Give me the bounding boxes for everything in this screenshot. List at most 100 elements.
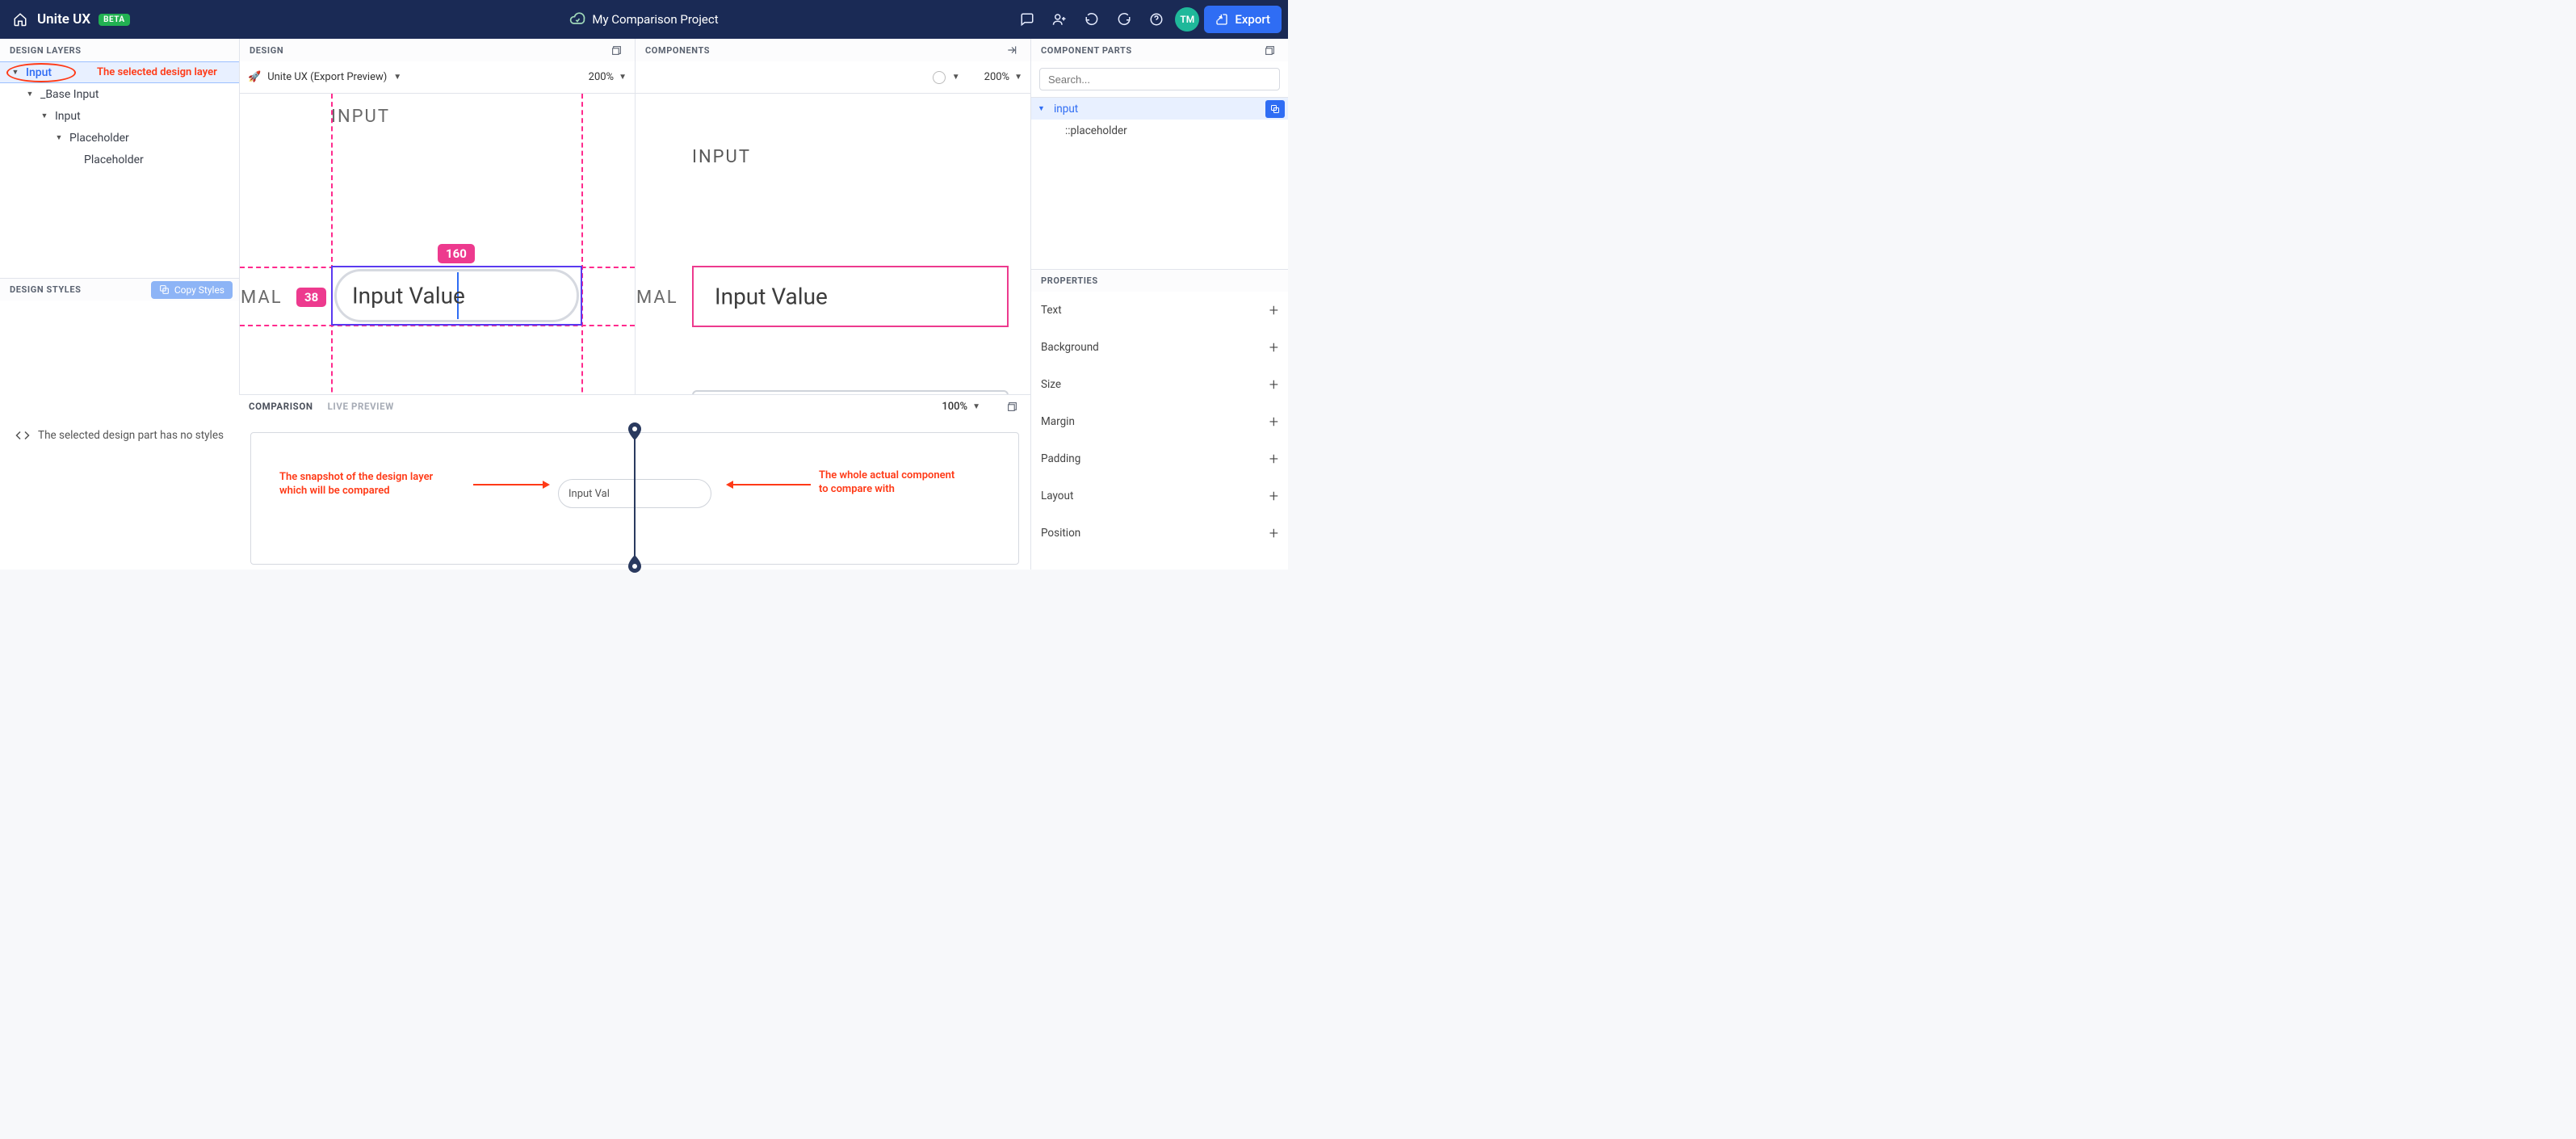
maximize-button[interactable]	[607, 45, 625, 56]
zoom-value: 200%	[589, 71, 614, 83]
prop-background[interactable]: Background+	[1031, 329, 1288, 366]
annot-arrowhead-left	[543, 481, 550, 489]
search-wrap	[1031, 61, 1288, 98]
guide-v-left	[331, 94, 333, 433]
prop-padding[interactable]: Padding+	[1031, 440, 1288, 477]
invite-button[interactable]	[1046, 6, 1073, 33]
tab-live-preview[interactable]: LIVE PREVIEW	[328, 401, 394, 412]
home-button[interactable]	[6, 6, 34, 33]
undo-button[interactable]	[1078, 6, 1105, 33]
copy-styles-button[interactable]: Copy Styles	[151, 281, 233, 299]
chevron-down-icon[interactable]: ▼	[393, 73, 401, 82]
annot-arrow-left	[473, 484, 543, 485]
design-styles-header: DESIGN STYLES Copy Styles	[0, 278, 239, 301]
maximize-button[interactable]	[1261, 45, 1278, 56]
caret-down-icon[interactable]: ▼	[1038, 104, 1049, 113]
prop-text[interactable]: Text+	[1031, 292, 1288, 329]
no-styles-text: The selected design part has no styles	[38, 429, 224, 442]
code-icon	[15, 428, 30, 443]
maximize-button[interactable]	[1003, 401, 1021, 412]
comments-button[interactable]	[1013, 6, 1041, 33]
slider-handle-bottom[interactable]	[627, 553, 642, 573]
comparison-slider[interactable]	[634, 427, 636, 568]
component-input-selected[interactable]: Input Value	[692, 266, 1009, 327]
tab-comparison[interactable]: COMPARISON	[249, 401, 313, 412]
zoom-value: 100%	[942, 401, 967, 413]
layer-row-base-input[interactable]: ▼ _Base Input	[0, 83, 239, 105]
design-toolbar: 🚀 Unite UX (Export Preview) ▼ 200% ▼	[240, 61, 635, 94]
user-plus-icon	[1052, 12, 1067, 27]
prop-size[interactable]: Size+	[1031, 366, 1288, 403]
layer-row-placeholder[interactable]: ▼ Placeholder	[0, 149, 239, 170]
brand-text: Unite UX	[37, 11, 90, 27]
annot-arrowhead-right	[726, 481, 733, 489]
plus-icon[interactable]: +	[1269, 523, 1278, 543]
layer-row-placeholder-group[interactable]: ▼ Placeholder	[0, 127, 239, 149]
plus-icon[interactable]: +	[1269, 486, 1278, 506]
layer-label: Input	[26, 66, 52, 79]
help-button[interactable]	[1143, 6, 1170, 33]
parts-row-input[interactable]: ▼ input	[1031, 98, 1288, 120]
properties-list: Text+ Background+ Size+ Margin+ Padding+…	[1031, 292, 1288, 552]
design-canvas[interactable]: INPUT MAL 160 38 Input Value	[240, 94, 635, 433]
comparison-input-value: Input Val	[568, 488, 610, 500]
theme-swatch[interactable]	[933, 71, 946, 84]
chevron-down-icon[interactable]: ▼	[952, 73, 960, 82]
left-panel: DESIGN LAYERS ▼ Input ▼ _Base Input ▼ In…	[0, 39, 239, 570]
caret-down-icon[interactable]: ▼	[53, 132, 65, 144]
styles-body: The selected design part has no styles	[0, 301, 239, 570]
prop-margin[interactable]: Margin+	[1031, 403, 1288, 440]
search-input[interactable]	[1039, 68, 1280, 90]
design-label-input: INPUT	[331, 107, 390, 127]
maximize-icon	[1265, 45, 1275, 56]
redo-button[interactable]	[1110, 6, 1138, 33]
parts-label: ::placeholder	[1065, 124, 1288, 137]
copy-node-button[interactable]	[1265, 100, 1285, 118]
plus-icon[interactable]: +	[1269, 449, 1278, 469]
plus-icon[interactable]: +	[1269, 412, 1278, 431]
cloud-icon	[569, 11, 585, 27]
caret-down-icon[interactable]: ▼	[39, 111, 50, 122]
design-layers-header: DESIGN LAYERS	[0, 39, 239, 61]
annot-arrow-right	[733, 484, 811, 485]
avatar[interactable]: TM	[1175, 7, 1199, 32]
parts-row-placeholder[interactable]: ::placeholder	[1031, 120, 1288, 141]
layer-row-input-2[interactable]: ▼ Input	[0, 105, 239, 127]
design-selected-input[interactable]: Input Value	[331, 266, 582, 326]
comparison-zoom[interactable]: 100% ▼	[942, 401, 980, 413]
prop-layout[interactable]: Layout+	[1031, 477, 1288, 515]
help-icon	[1149, 12, 1164, 27]
maximize-icon	[611, 45, 622, 56]
components-zoom[interactable]: 200% ▼	[984, 71, 1022, 83]
design-label-mal: MAL	[241, 288, 283, 308]
project-title-wrap[interactable]: My Comparison Project	[569, 11, 718, 27]
collapse-button[interactable]	[1003, 44, 1021, 56]
plus-icon[interactable]: +	[1269, 338, 1278, 357]
beta-badge: BETA	[99, 14, 130, 26]
design-zoom[interactable]: 200% ▼	[589, 71, 627, 83]
layers-tree: ▼ Input ▼ _Base Input ▼ Input ▼ Placehol…	[0, 61, 239, 278]
layer-label: Placeholder	[84, 153, 144, 166]
components-label-input: INPUT	[692, 147, 751, 167]
caret-down-icon[interactable]: ▼	[24, 89, 36, 100]
caret-down-icon[interactable]: ▼	[10, 67, 21, 78]
pin-icon	[627, 553, 642, 573]
layer-row-input[interactable]: ▼ Input	[0, 61, 239, 83]
export-icon	[1215, 13, 1228, 26]
plus-icon[interactable]: +	[1269, 375, 1278, 394]
components-toolbar: ▼ 200% ▼	[636, 61, 1030, 94]
prop-position[interactable]: Position+	[1031, 515, 1288, 552]
components-canvas[interactable]: INPUT MAL VER Input Value Input Value	[636, 94, 1030, 433]
copy-styles-label: Copy Styles	[174, 284, 224, 296]
slider-handle-top[interactable]	[627, 422, 642, 442]
export-button[interactable]: Export	[1204, 6, 1282, 33]
brand: Unite UX BETA	[37, 11, 130, 27]
pin-icon	[627, 422, 642, 442]
layer-label: Placeholder	[69, 132, 129, 145]
layer-label: _Base Input	[40, 88, 99, 101]
design-file-label[interactable]: Unite UX (Export Preview)	[267, 71, 387, 83]
copy-icon	[1270, 104, 1280, 114]
design-header: DESIGN	[240, 39, 635, 61]
topbar: Unite UX BETA My Comparison Project TM E…	[0, 0, 1288, 39]
plus-icon[interactable]: +	[1269, 301, 1278, 320]
